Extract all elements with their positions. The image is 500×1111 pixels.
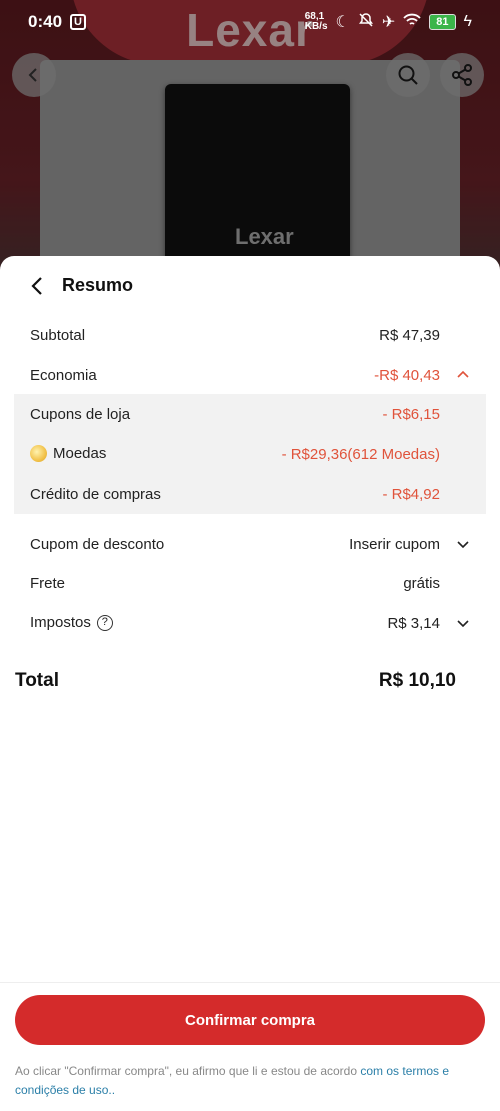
impostos-row[interactable]: Impostos? R$ 3,14 [0, 603, 500, 643]
cupons-loja-row: Cupons de loja - R$6,15 [0, 394, 500, 434]
chevron-down-icon[interactable] [456, 616, 470, 630]
summary-sheet: Resumo Subtotal R$ 47,39 Economia -R$ 40… [0, 256, 500, 1111]
moedas-row: Moedas - R$29,36(612 Moedas) [0, 434, 500, 474]
impostos-value: R$ 3,14 [387, 614, 440, 632]
economia-label: Economia [30, 366, 97, 384]
subtotal-row: Subtotal R$ 47,39 [0, 315, 500, 355]
cupons-loja-value: - R$6,15 [382, 405, 440, 423]
network-speed: 68,1 KB/s [305, 12, 328, 32]
moedas-label-wrap: Moedas [30, 444, 107, 463]
wifi-icon [403, 13, 421, 32]
frete-value: grátis [403, 574, 440, 592]
chevron-down-icon[interactable] [456, 537, 470, 551]
impostos-label: Impostos [30, 614, 91, 632]
footer-divider [0, 982, 500, 983]
charging-icon: ϟ [463, 13, 472, 30]
confirm-purchase-button[interactable]: Confirmar compra [15, 995, 485, 1045]
search-icon [398, 65, 418, 85]
overlay-dim[interactable] [0, 0, 500, 300]
share-button[interactable] [440, 53, 484, 97]
help-icon[interactable]: ? [96, 614, 113, 631]
sheet-header: Resumo [0, 268, 500, 304]
impostos-label-wrap: Impostos? [30, 614, 113, 631]
search-button[interactable] [386, 53, 430, 97]
network-speed-unit: KB/s [304, 21, 328, 32]
subtotal-value: R$ 47,39 [379, 326, 440, 344]
notification-u-icon: U [70, 14, 87, 30]
sheet-title: Resumo [62, 275, 134, 295]
subtotal-label: Subtotal [30, 326, 86, 344]
terms-text: Ao clicar "Confirmar compra", eu afirmo … [15, 1062, 475, 1100]
coin-icon [30, 444, 47, 462]
total-label: Total [15, 670, 59, 691]
frete-row: Frete grátis [0, 563, 500, 603]
chevron-left-icon [28, 68, 37, 82]
terms-prefix: Ao clicar "Confirmar compra", eu afirmo … [15, 1064, 361, 1078]
cupom-desconto-row[interactable]: Cupom de desconto Inserir cupom [0, 524, 500, 564]
moedas-value: - R$29,36(612 Moedas) [281, 445, 440, 463]
moedas-label: Moedas [53, 445, 107, 463]
moon-icon: ☾ [335, 14, 350, 31]
battery-icon: 81 [429, 14, 456, 30]
sheet-back-button[interactable] [26, 274, 50, 298]
chevron-up-icon[interactable] [456, 368, 470, 382]
credito-label: Crédito de compras [30, 485, 161, 503]
economia-row[interactable]: Economia -R$ 40,43 [0, 355, 500, 395]
page-back-button[interactable] [12, 53, 56, 97]
status-bar: 0:40 U 68,1 KB/s ☾ ✈ 81 ϟ [0, 0, 500, 44]
inserir-cupom-link[interactable]: Inserir cupom [349, 536, 440, 553]
total-row: Total R$ 10,10 [0, 660, 500, 700]
product-background: Lexar Lexar [0, 0, 500, 300]
economia-value: -R$ 40,43 [374, 366, 440, 384]
bell-off-icon [358, 12, 374, 33]
status-time: 0:40 [28, 12, 63, 31]
credito-row: Crédito de compras - R$4,92 [0, 474, 500, 514]
cupom-desconto-label: Cupom de desconto [30, 535, 165, 553]
cupons-loja-label: Cupons de loja [30, 405, 131, 423]
share-icon [452, 64, 472, 86]
airplane-icon: ✈ [381, 14, 396, 31]
credito-value: - R$4,92 [382, 485, 440, 503]
frete-label: Frete [30, 574, 66, 592]
total-value: R$ 10,10 [378, 670, 456, 691]
